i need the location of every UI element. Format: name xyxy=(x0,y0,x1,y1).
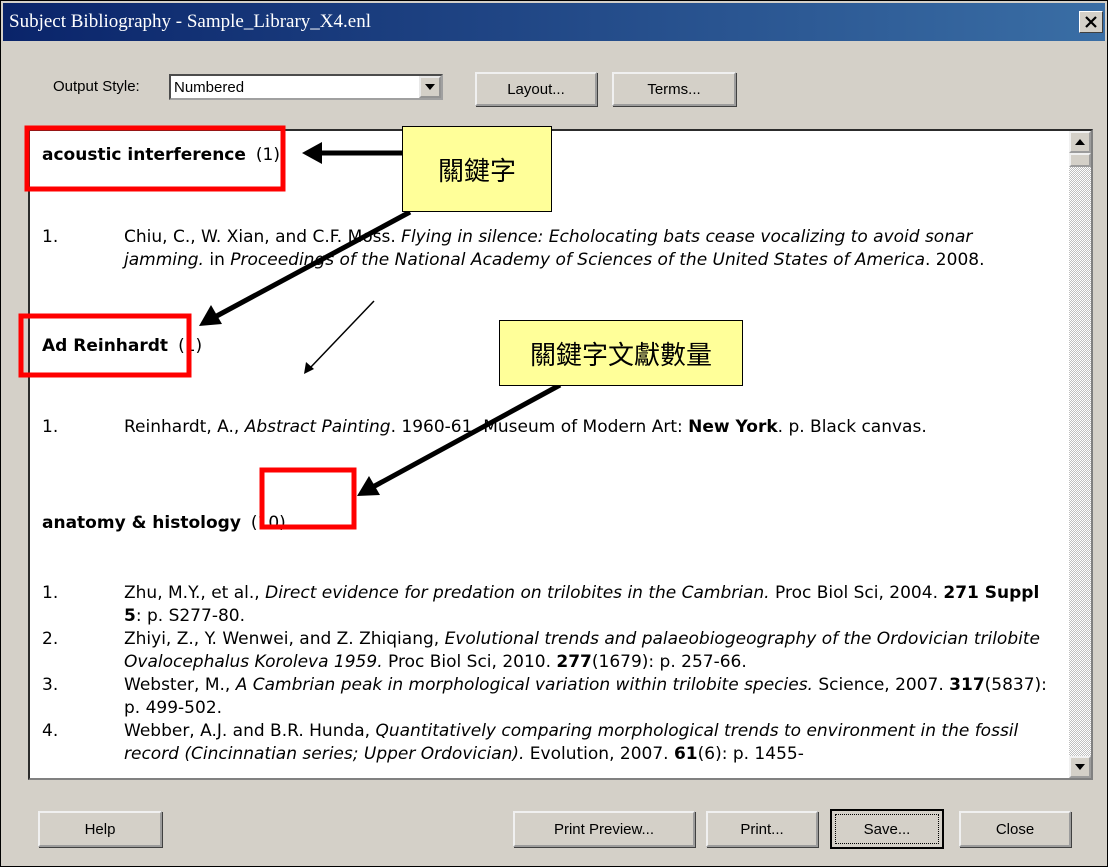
output-style-select[interactable]: Numbered xyxy=(169,74,443,100)
term-count: (1) xyxy=(178,336,203,356)
reference-number: 2. xyxy=(42,629,59,649)
count-callout: 關鍵字文獻數量 xyxy=(499,320,743,386)
reference-entry: 1. Reinhardt, A., Abstract Painting. 1960… xyxy=(42,416,1052,439)
scroll-thumb[interactable] xyxy=(1069,153,1091,167)
reference-text: Webster, M., A Cambrian peak in morpholo… xyxy=(124,675,1047,718)
close-icon xyxy=(1085,16,1097,28)
terms-button[interactable]: Terms... xyxy=(612,72,736,106)
term-count: (10) xyxy=(250,513,286,533)
title-bar: Subject Bibliography - Sample_Library_X4… xyxy=(3,3,1105,41)
reference-entry: 1. Zhu, M.Y., et al., Direct evidence for… xyxy=(42,582,1052,628)
subject-bibliography-window: Subject Bibliography - Sample_Library_X4… xyxy=(0,0,1108,867)
bibliography-content: acoustic interference (1) 1. Chiu, C., W. … xyxy=(42,131,1062,778)
output-style-dropdown-button[interactable] xyxy=(419,76,441,98)
term-name: acoustic interference xyxy=(42,145,246,165)
reference-text: Chiu, C., W. Xian, and C.F. Moss. Flying… xyxy=(124,227,985,270)
bibliography-preview[interactable]: acoustic interference (1) 1. Chiu, C., W. … xyxy=(28,129,1093,780)
term-heading: anatomy & histology (10) xyxy=(42,513,286,533)
vertical-scrollbar[interactable] xyxy=(1069,131,1091,778)
scroll-up-button[interactable] xyxy=(1069,131,1091,153)
term-heading: Ad Reinhardt (1) xyxy=(42,336,202,356)
term-heading: acoustic interference (1) xyxy=(42,145,280,165)
reference-text: Reinhardt, A., Abstract Painting. 1960-6… xyxy=(124,417,927,437)
help-button[interactable]: Help xyxy=(38,811,162,847)
keyword-callout: 關鍵字 xyxy=(402,126,552,212)
reference-entry: 2. Zhiyi, Z., Y. Wenwei, and Z. Zhiqiang,… xyxy=(42,628,1052,674)
reference-text: Zhiyi, Z., Y. Wenwei, and Z. Zhiqiang, E… xyxy=(124,629,1040,672)
save-button[interactable]: Save... xyxy=(830,809,944,849)
scroll-down-button[interactable] xyxy=(1069,756,1091,778)
reference-number: 3. xyxy=(42,675,59,695)
arrow-up-icon xyxy=(1075,139,1085,145)
reference-entry: 1. Chiu, C., W. Xian, and C.F. Moss. Flyi… xyxy=(42,226,1052,272)
reference-number: 1. xyxy=(42,417,59,437)
window-title: Subject Bibliography - Sample_Library_X4… xyxy=(9,11,371,32)
arrow-down-icon xyxy=(1075,764,1085,770)
reference-text: Webber, A.J. and B.R. Hunda, Quantitativ… xyxy=(124,721,1019,764)
reference-entry: 4. Webber, A.J. and B.R. Hunda, Quantitat… xyxy=(42,720,1052,766)
reference-text: Zhu, M.Y., et al., Direct evidence for p… xyxy=(124,583,1040,626)
output-style-value: Numbered xyxy=(174,79,245,96)
reference-number: 1. xyxy=(42,227,59,247)
window-close-button[interactable] xyxy=(1079,11,1103,33)
term-count: (1) xyxy=(255,145,281,165)
print-preview-button[interactable]: Print Preview... xyxy=(513,811,695,847)
chevron-down-icon xyxy=(425,84,435,90)
layout-button[interactable]: Layout... xyxy=(475,72,597,106)
term-name: Ad Reinhardt xyxy=(42,336,169,356)
reference-number: 1. xyxy=(42,583,59,603)
reference-number: 4. xyxy=(42,721,59,741)
output-style-label: Output Style: xyxy=(53,78,140,95)
print-button[interactable]: Print... xyxy=(706,811,818,847)
reference-entry: 3. Webster, M., A Cambrian peak in morpho… xyxy=(42,674,1052,720)
term-name: anatomy & histology xyxy=(42,513,241,533)
close-button[interactable]: Close xyxy=(959,811,1071,847)
